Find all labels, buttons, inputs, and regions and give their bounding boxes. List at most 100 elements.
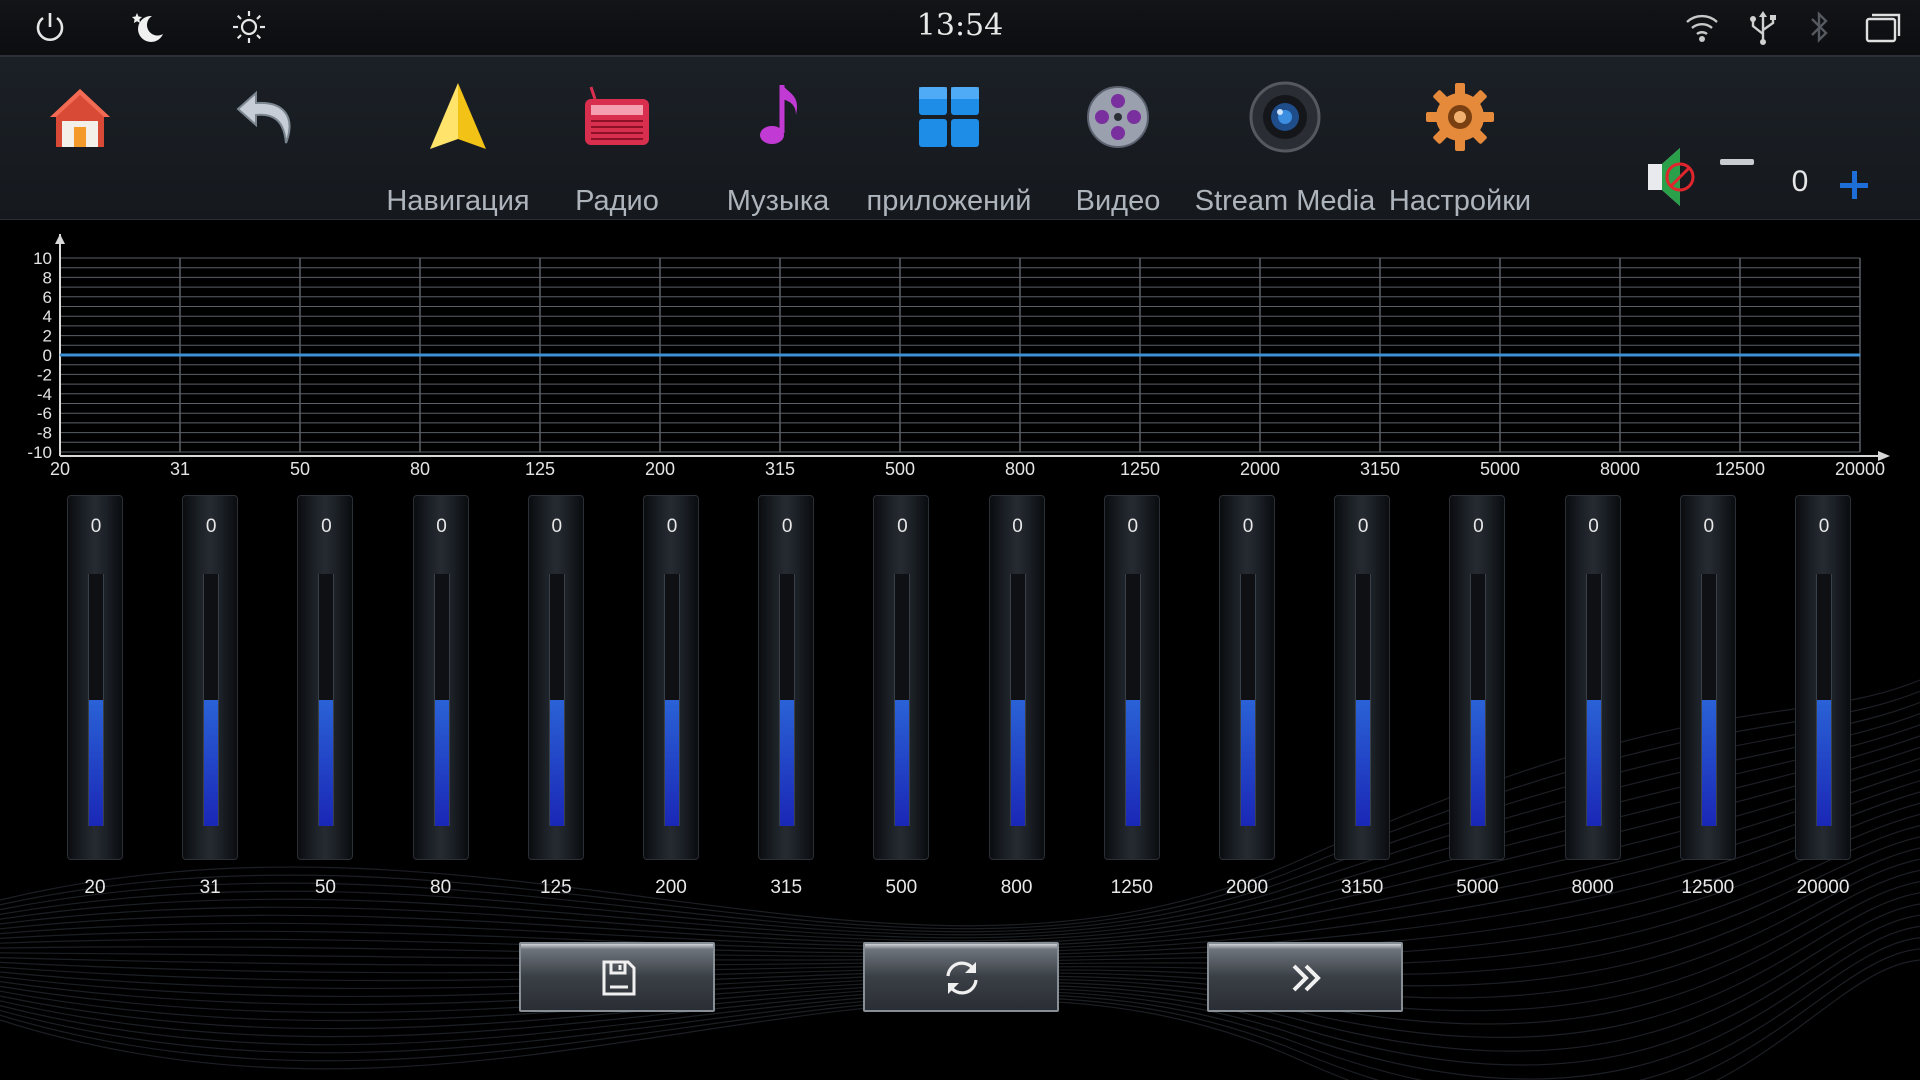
eq-band-value: 0 xyxy=(1242,516,1254,537)
eq-slider-rail[interactable] xyxy=(1240,574,1256,826)
eq-slider-track[interactable]: 0 xyxy=(1334,495,1391,860)
x-tick-label: 20000 xyxy=(1835,459,1885,479)
music-icon xyxy=(738,77,818,157)
eq-band-frequency-label: 315 xyxy=(770,877,803,898)
eq-band-value: 0 xyxy=(1127,516,1139,537)
eq-band-value: 0 xyxy=(90,516,102,537)
eq-band-315: 0 315 xyxy=(758,495,815,905)
eq-slider-rail[interactable] xyxy=(203,574,220,826)
eq-slider-track[interactable]: 0 xyxy=(297,495,354,860)
volume-value: 0 xyxy=(1791,165,1809,198)
eq-slider-track[interactable]: 0 xyxy=(643,495,699,860)
x-tick-label: 125 xyxy=(525,459,555,479)
app-settings[interactable]: Настройки xyxy=(1380,77,1540,217)
eq-slider-track[interactable]: 0 xyxy=(1564,495,1621,860)
eq-curve-graph: 1086420-2-4-6-8-10 20 31 50 80 125 200 315 500 8… xyxy=(27,234,1890,479)
eq-slider-track[interactable]: 0 xyxy=(527,495,584,860)
app-video[interactable]: Видео xyxy=(1038,77,1198,217)
eq-slider-track[interactable]: 0 xyxy=(1449,495,1506,860)
eq-slider-track[interactable]: 0 xyxy=(873,495,930,860)
app-radio[interactable]: Радио xyxy=(537,77,697,217)
eq-slider-track[interactable]: 0 xyxy=(1103,495,1160,860)
eq-slider-level xyxy=(434,700,449,826)
app-stream-media[interactable]: Stream Media xyxy=(1195,77,1375,217)
eq-slider-rail[interactable] xyxy=(1700,574,1717,826)
usb-icon xyxy=(1744,8,1782,46)
eq-slider-level xyxy=(89,700,103,826)
eq-band-frequency-label: 200 xyxy=(655,877,687,898)
eq-band-frequency-label: 20 xyxy=(84,877,106,898)
eq-slider-rail[interactable] xyxy=(433,574,450,826)
eq-slider-rail[interactable] xyxy=(318,574,335,826)
app-back[interactable] xyxy=(186,77,346,157)
eq-slider-track[interactable]: 0 xyxy=(988,495,1045,860)
eq-slider-rail[interactable] xyxy=(894,574,911,826)
eq-slider-level xyxy=(665,700,679,826)
y-tick-label: 10 xyxy=(33,249,52,268)
recent-apps-icon[interactable] xyxy=(1864,8,1902,46)
eq-band-5000: 0 5000 xyxy=(1449,495,1506,905)
y-tick-label: -8 xyxy=(37,424,52,443)
reset-eq-button[interactable] xyxy=(863,942,1059,1012)
eq-slider-rail[interactable] xyxy=(1585,574,1602,826)
eq-band-frequency-label: 800 xyxy=(1000,877,1033,898)
eq-slider-rail[interactable] xyxy=(664,574,680,826)
x-tick-label: 200 xyxy=(645,459,675,479)
eq-slider-rail[interactable] xyxy=(1009,574,1026,826)
eq-curve-point xyxy=(1499,354,1501,356)
next-preset-button[interactable] xyxy=(1207,942,1403,1012)
eq-curve-point xyxy=(1739,354,1741,356)
eq-band-value: 0 xyxy=(1588,516,1599,537)
y-tick-label: -10 xyxy=(27,443,52,462)
save-preset-button[interactable] xyxy=(519,942,715,1012)
eq-slider-rail[interactable] xyxy=(1124,574,1141,826)
eq-band-value: 0 xyxy=(321,516,332,537)
eq-slider-rail[interactable] xyxy=(1470,574,1487,826)
eq-band-500: 0 500 xyxy=(873,495,930,905)
eq-slider-rail[interactable] xyxy=(548,574,565,826)
eq-band-12500: 0 12500 xyxy=(1679,495,1736,905)
eq-band-frequency-label: 1250 xyxy=(1110,877,1153,898)
eq-band-frequency-label: 50 xyxy=(314,877,336,898)
eq-slider-rail[interactable] xyxy=(88,574,104,826)
apps-icon xyxy=(909,77,989,157)
eq-curve-point xyxy=(1139,354,1141,356)
volume-down-button[interactable] xyxy=(1720,159,1754,165)
eq-slider-track[interactable]: 0 xyxy=(412,495,469,860)
navigation-icon xyxy=(418,77,498,157)
app-home[interactable] xyxy=(0,77,160,157)
eq-slider-track[interactable]: 0 xyxy=(758,495,815,860)
eq-slider-track[interactable]: 0 xyxy=(1219,495,1275,860)
eq-slider-rail[interactable] xyxy=(1355,574,1372,826)
eq-curve-point xyxy=(1619,354,1621,356)
y-tick-label: 6 xyxy=(43,288,52,307)
eq-curve-point xyxy=(299,354,301,356)
app-music[interactable]: Музыка xyxy=(698,77,858,217)
volume-icon[interactable] xyxy=(1640,142,1700,212)
eq-slider-level xyxy=(1010,700,1025,826)
y-tick-label: 4 xyxy=(43,307,52,326)
eq-curve-point xyxy=(659,354,661,356)
eq-band-31: 0 31 xyxy=(182,495,239,905)
eq-slider-level xyxy=(1586,700,1601,826)
eq-band-frequency-label: 31 xyxy=(199,877,221,898)
y-tick-label: -2 xyxy=(37,365,52,384)
eq-slider-rail[interactable] xyxy=(779,574,796,826)
eq-curve-point xyxy=(1379,354,1381,356)
eq-slider-level xyxy=(1701,700,1716,826)
eq-slider-rail[interactable] xyxy=(1816,574,1832,826)
eq-slider-track[interactable]: 0 xyxy=(182,495,239,860)
radio-icon xyxy=(577,77,657,157)
app-navigation[interactable]: Навигация xyxy=(378,77,538,217)
volume-up-button[interactable] xyxy=(1840,168,1876,204)
x-tick-label: 20 xyxy=(50,459,70,479)
app-apps[interactable]: приложений xyxy=(866,77,1032,217)
eq-band-frequency-label: 2000 xyxy=(1225,877,1269,898)
eq-slider-level xyxy=(1356,700,1371,826)
eq-slider-track[interactable]: 0 xyxy=(1795,495,1851,860)
eq-band-value: 0 xyxy=(205,516,217,537)
eq-slider-track[interactable]: 0 xyxy=(67,495,123,860)
x-tick-label: 5000 xyxy=(1480,459,1520,479)
eq-band-frequency-label: 5000 xyxy=(1456,877,1499,898)
eq-slider-track[interactable]: 0 xyxy=(1679,495,1736,860)
